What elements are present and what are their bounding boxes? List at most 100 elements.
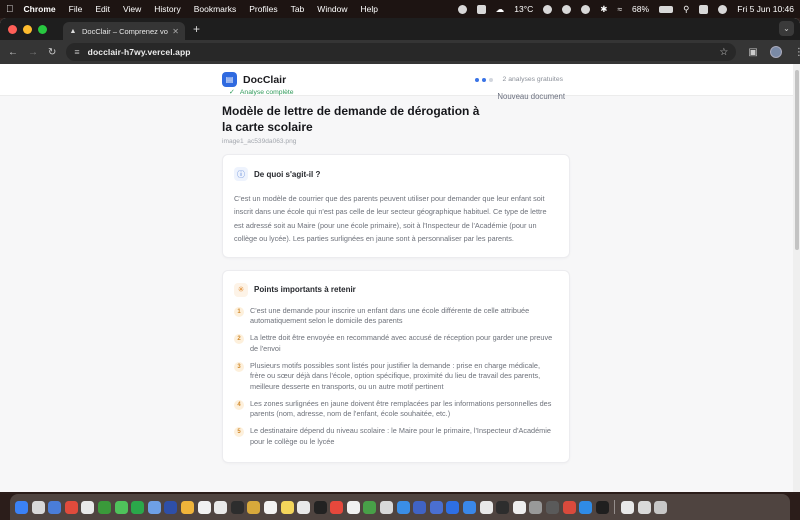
reload-icon[interactable]: ↻	[48, 47, 56, 58]
brand-name[interactable]: DocClair	[243, 74, 286, 86]
key-points-list: 1 C'est une demande pour inscrire un enf…	[234, 306, 557, 448]
dock-app-icon[interactable]	[230, 500, 244, 514]
dock-app-icon[interactable]	[595, 500, 609, 514]
list-item-text: La lettre doit être envoyée en recommand…	[250, 333, 553, 353]
dock-app-icon[interactable]	[31, 500, 45, 514]
dock-separator	[614, 500, 616, 514]
dock-app-icon[interactable]	[579, 500, 593, 514]
site-info-icon[interactable]: ≡	[74, 47, 79, 57]
dock-app-icon[interactable]	[479, 500, 493, 514]
dock-app-icon[interactable]	[15, 500, 28, 514]
chrome-menu-icon[interactable]: ⋮	[794, 47, 800, 58]
dock-app-icon[interactable]	[346, 500, 360, 514]
summary-text: C'est un modèle de courrier que des pare…	[234, 194, 547, 244]
battery-icon[interactable]	[659, 5, 674, 13]
menubar-clock[interactable]: Fri 5 Jun 10:46	[737, 4, 794, 14]
siri-icon[interactable]	[718, 4, 728, 14]
dock-app-icon[interactable]	[197, 500, 211, 514]
minimize-window-button[interactable]	[23, 24, 32, 34]
dock-app-icon[interactable]	[380, 500, 394, 514]
dock-app-icon[interactable]	[562, 500, 576, 514]
dock-app-icon[interactable]	[131, 500, 145, 514]
list-item-text: Plusieurs motifs possibles sont listés p…	[250, 360, 541, 391]
dock-app-icon[interactable]	[446, 500, 460, 514]
summary-card: ⓘ De quoi s'agit-il ? C'est un modèle de…	[222, 154, 570, 258]
dock-app-icon[interactable]	[429, 500, 443, 514]
dock-app-icon[interactable]	[330, 500, 344, 514]
control-center-icon[interactable]	[699, 4, 709, 14]
spotlight-search-icon[interactable]: ⚲	[683, 4, 689, 15]
forward-arrow-icon[interactable]: →	[28, 47, 38, 58]
list-item: 4 Les zones surlignées en jaune doivent …	[234, 399, 557, 420]
dock-app-icon[interactable]	[654, 500, 668, 514]
address-bar[interactable]: ≡ docclair-h7wy.vercel.app ☆	[66, 43, 737, 61]
dock-app-icon[interactable]	[64, 500, 78, 514]
profile-avatar[interactable]	[769, 46, 782, 58]
brightness-icon[interactable]	[457, 4, 467, 14]
quota-dot-used	[474, 77, 479, 82]
dock-app-icon[interactable]	[512, 500, 526, 514]
new-tab-button[interactable]: +	[193, 22, 200, 36]
dock-app-icon[interactable]	[546, 500, 559, 514]
sparkle-icon: ✳	[234, 282, 248, 297]
dock-app-icon[interactable]	[147, 500, 161, 514]
play-icon[interactable]	[562, 4, 572, 14]
dock-app-icon[interactable]	[81, 500, 95, 514]
tab-strip: ▲ DocClair – Comprenez vos do ✕ + ⌄	[0, 18, 800, 40]
menu-bookmarks[interactable]: Bookmarks	[194, 4, 237, 14]
menu-edit[interactable]: Edit	[95, 4, 110, 14]
dock-app-icon[interactable]	[529, 500, 543, 514]
menu-window[interactable]: Window	[317, 4, 347, 14]
dock-app-icon[interactable]	[114, 500, 128, 514]
dock-app-icon[interactable]	[313, 500, 327, 514]
dock-app-icon[interactable]	[48, 500, 62, 514]
list-number-badge: 1	[234, 306, 244, 317]
dock-app-icon[interactable]	[247, 500, 261, 514]
dock-app-icon[interactable]	[363, 500, 377, 514]
weather-icon[interactable]: ☁	[496, 4, 505, 15]
battery-percent[interactable]: 68%	[632, 4, 649, 14]
vpn-icon[interactable]	[581, 4, 591, 14]
browser-window: ▲ DocClair – Comprenez vos do ✕ + ⌄ ← → …	[0, 18, 800, 492]
menu-tab[interactable]: Tab	[291, 4, 305, 14]
menu-history[interactable]: History	[154, 4, 180, 14]
notion-icon[interactable]	[476, 4, 486, 14]
address-bar-url[interactable]: docclair-h7wy.vercel.app	[88, 47, 191, 57]
dock-app-icon[interactable]	[496, 500, 510, 514]
dock-app-icon[interactable]	[97, 500, 111, 514]
scrollbar-thumb[interactable]	[795, 70, 799, 250]
timer-icon[interactable]	[543, 4, 553, 14]
dock-app-icon[interactable]	[637, 500, 651, 514]
dock-app-icon[interactable]	[180, 500, 194, 514]
zoom-window-button[interactable]	[38, 24, 47, 34]
menu-help[interactable]: Help	[361, 4, 378, 14]
dock-app-icon[interactable]	[214, 500, 228, 514]
list-item-text: Les zones surlignées en jaune doivent êt…	[250, 398, 552, 419]
dock-app-icon[interactable]	[164, 500, 178, 514]
tab-title: DocClair – Comprenez vos do	[82, 26, 168, 36]
back-arrow-icon[interactable]: ←	[8, 47, 18, 58]
weather-temp[interactable]: 13°C	[514, 4, 533, 14]
dock-app-icon[interactable]	[396, 500, 410, 514]
close-tab-icon[interactable]: ✕	[172, 27, 179, 36]
close-window-button[interactable]	[8, 24, 17, 34]
tab-search-button[interactable]: ⌄	[779, 21, 794, 36]
menu-profiles[interactable]: Profiles	[249, 4, 277, 14]
dock-app-icon[interactable]	[413, 500, 427, 514]
browser-tab-active[interactable]: ▲ DocClair – Comprenez vos do ✕	[63, 22, 185, 40]
dock-app-icon[interactable]	[280, 500, 294, 514]
dock-app-icon[interactable]	[620, 500, 634, 514]
docclair-logo-icon[interactable]: ▤	[222, 72, 237, 87]
bluetooth-icon[interactable]: ✱	[600, 4, 607, 15]
wifi-icon[interactable]: ≈	[617, 4, 622, 14]
bookmark-star-icon[interactable]: ☆	[719, 47, 728, 58]
dock-app-icon[interactable]	[463, 500, 477, 514]
apple-menu-icon[interactable]: 	[6, 4, 14, 15]
menu-file[interactable]: File	[69, 4, 83, 14]
menu-view[interactable]: View	[123, 4, 141, 14]
extensions-icon[interactable]: ▣	[748, 47, 757, 58]
menu-app-name[interactable]: Chrome	[24, 4, 56, 14]
dock-app-icon[interactable]	[263, 500, 277, 514]
new-document-button[interactable]: Nouveau document	[497, 92, 565, 101]
dock-app-icon[interactable]	[297, 500, 311, 514]
